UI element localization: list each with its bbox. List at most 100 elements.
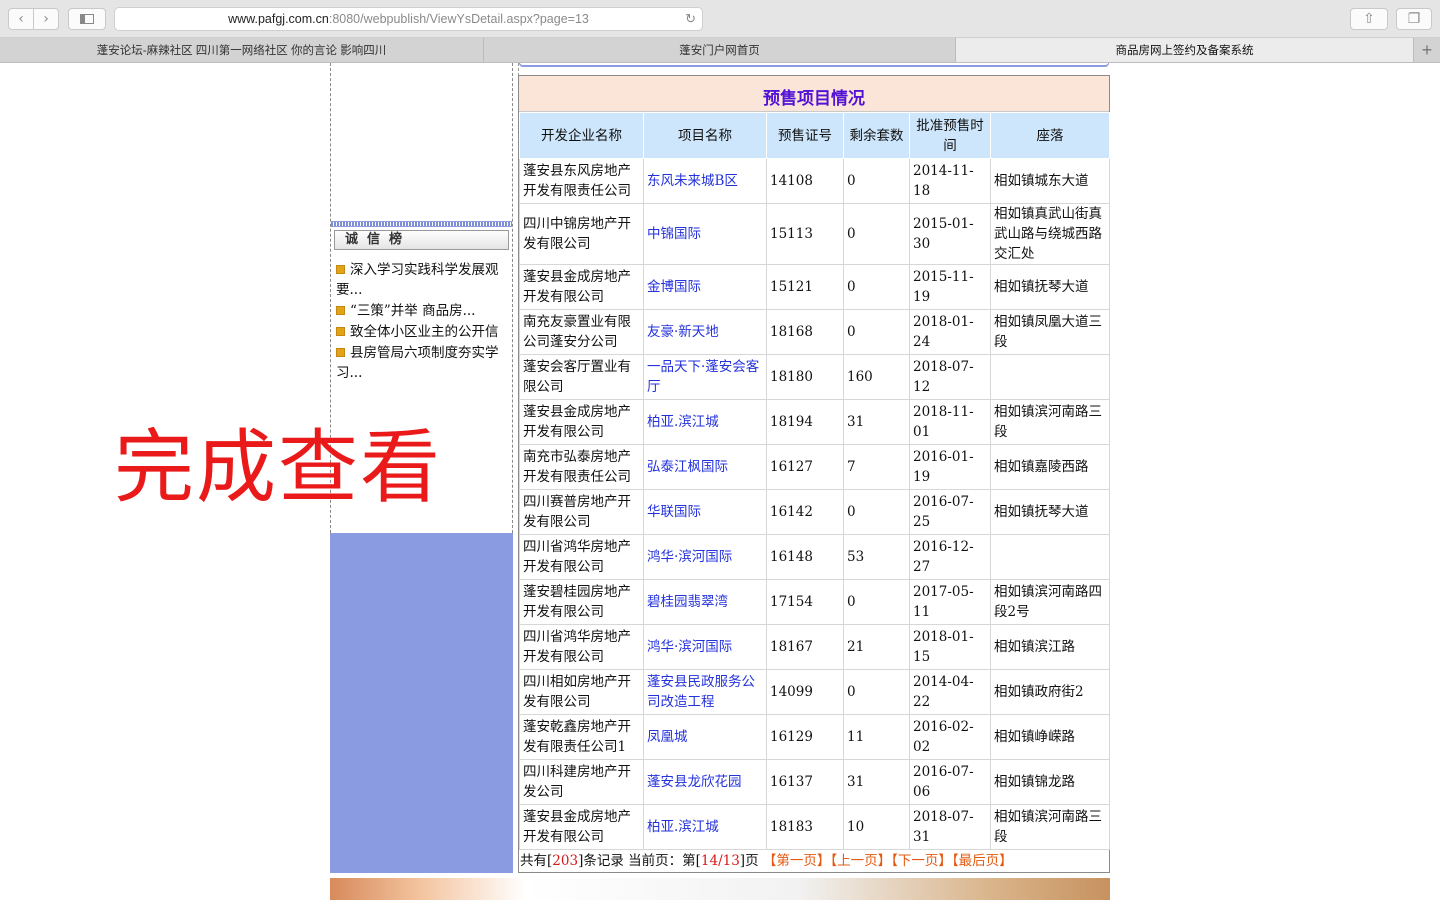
- location-cell: 相如镇滨河南路四段2号: [990, 579, 1110, 625]
- remaining-cell: 7: [843, 444, 910, 490]
- pager-text: ]条记录 当前页：第[: [578, 853, 701, 869]
- news-list: 深入学习实践科学发展观要... “三策”并举 商品房... 致全体小区业主的公开…: [336, 260, 510, 384]
- project-link[interactable]: 东风未来城B区: [643, 158, 767, 204]
- tab-contract-system[interactable]: 商品房网上签约及备案系统: [956, 38, 1414, 62]
- approval-date-cell: 2018-01-15: [909, 624, 991, 670]
- table-row: 蓬安会客厅置业有限公司 一品天下·蓬安会客厅 18180 160 2018-07-12: [519, 354, 1110, 400]
- table-row: 蓬安县金成房地产开发有限公司 柏亚.滨江城 18183 10 2018-07-31 相如镇…: [519, 804, 1110, 850]
- project-link[interactable]: 凤凰城: [643, 714, 767, 760]
- permit-cell: 15121: [766, 264, 844, 310]
- pagination: 共有[203]条记录 当前页：第[14/13]页 【第一页】【上一页】【下一页】…: [519, 850, 1109, 872]
- project-link[interactable]: 华联国际: [643, 489, 767, 535]
- remaining-cell: 0: [843, 309, 910, 355]
- tab-label: 蓬安门户网首页: [679, 45, 760, 57]
- table-row: 蓬安乾鑫房地产开发有限责任公司1 凤凰城 16129 11 2016-02-02 相如镇峥…: [519, 714, 1110, 760]
- approval-date-cell: 2014-11-18: [909, 158, 991, 204]
- list-item[interactable]: 致全体小区业主的公开信: [336, 322, 510, 342]
- forward-button[interactable]: ›: [33, 8, 59, 30]
- next-page-link[interactable]: 【下一页】: [891, 853, 952, 869]
- permit-cell: 15113: [766, 203, 844, 265]
- location-cell: 相如镇嘉陵西路: [990, 444, 1110, 490]
- reload-icon[interactable]: ↻: [685, 11, 696, 27]
- table-row: 四川相如房地产开发有限公司 蓬安县民政服务公司改造工程 14099 0 2014-04-…: [519, 669, 1110, 715]
- table-row: 四川赛普房地产开发有限公司 华联国际 16142 0 2016-07-25 相如镇抚琴大道: [519, 489, 1110, 535]
- approval-date-cell: 2016-07-06: [909, 759, 991, 805]
- remaining-cell: 0: [843, 489, 910, 535]
- first-page-link[interactable]: 【第一页】: [763, 853, 831, 869]
- pager-text: ]页: [739, 853, 759, 869]
- last-page-link[interactable]: 【最后页】: [952, 853, 1013, 869]
- permit-cell: 16137: [766, 759, 844, 805]
- developer-cell: 蓬安县金成房地产开发有限公司: [519, 264, 644, 310]
- remaining-cell: 31: [843, 399, 910, 445]
- news-link[interactable]: 致全体小区业主的公开信: [350, 324, 499, 340]
- project-link[interactable]: 柏亚.滨江城: [643, 399, 767, 445]
- table-header-row: 开发企业名称 项目名称 预售证号 剩余套数 批准预售时间 座落: [519, 112, 1110, 159]
- remaining-cell: 160: [843, 354, 910, 400]
- tab-forum[interactable]: 蓬安论坛-麻辣社区 四川第一网络社区 你的言论 影响四川: [0, 38, 484, 62]
- project-link[interactable]: 中锦国际: [643, 203, 767, 265]
- approval-date-cell: 2014-04-22: [909, 669, 991, 715]
- bullet-icon: [336, 265, 345, 274]
- project-link[interactable]: 碧桂园翡翠湾: [643, 579, 767, 625]
- remaining-cell: 0: [843, 669, 910, 715]
- prev-page-link[interactable]: 【上一页】: [830, 853, 891, 869]
- col-header-remaining: 剩余套数: [843, 112, 910, 159]
- project-link[interactable]: 蓬安县民政服务公司改造工程: [643, 669, 767, 715]
- developer-cell: 四川相如房地产开发有限公司: [519, 669, 644, 715]
- remaining-cell: 31: [843, 759, 910, 805]
- news-link[interactable]: 县房管局六项制度夯实学习...: [336, 345, 499, 381]
- permit-cell: 14108: [766, 158, 844, 204]
- project-link[interactable]: 金博国际: [643, 264, 767, 310]
- divider: [331, 221, 512, 227]
- developer-cell: 南充友豪置业有限公司蓬安分公司: [519, 309, 644, 355]
- permit-cell: 18168: [766, 309, 844, 355]
- location-cell: 相如镇抚琴大道: [990, 489, 1110, 535]
- list-item[interactable]: “三策”并举 商品房...: [336, 301, 510, 321]
- presale-panel: 预售项目情况 开发企业名称 项目名称 预售证号 剩余套数 批准预售时间 座落 蓬…: [518, 75, 1110, 873]
- tabs-overview-button[interactable]: ❐: [1396, 8, 1432, 30]
- developer-cell: 四川中锦房地产开发有限公司: [519, 203, 644, 265]
- approval-date-cell: 2018-07-31: [909, 804, 991, 850]
- developer-cell: 蓬安县金成房地产开发有限公司: [519, 804, 644, 850]
- col-header-location: 座落: [990, 112, 1110, 159]
- location-cell: 相如镇滨江路: [990, 624, 1110, 670]
- address-bar[interactable]: www.pafgj.com.cn:8080/webpublish/ViewYsD…: [114, 7, 703, 31]
- table-row: 南充市弘泰房地产开发有限责任公司 弘泰江枫国际 16127 7 2016-01-19 相如…: [519, 444, 1110, 490]
- table-row: 四川科建房地产开发公司 蓬安县龙欣花园 16137 31 2016-07-06 相如镇锦龙…: [519, 759, 1110, 805]
- share-button[interactable]: ⇧: [1350, 8, 1388, 30]
- project-link[interactable]: 柏亚.滨江城: [643, 804, 767, 850]
- news-link[interactable]: “三策”并举 商品房...: [350, 303, 475, 319]
- list-item[interactable]: 县房管局六项制度夯实学习...: [336, 343, 510, 383]
- developer-cell: 南充市弘泰房地产开发有限责任公司: [519, 444, 644, 490]
- developer-cell: 蓬安会客厅置业有限公司: [519, 354, 644, 400]
- news-link[interactable]: 深入学习实践科学发展观要...: [336, 262, 499, 298]
- table-row: 蓬安碧桂园房地产开发有限公司 碧桂园翡翠湾 17154 0 2017-05-11 相如镇滨…: [519, 579, 1110, 625]
- permit-cell: 17154: [766, 579, 844, 625]
- project-link[interactable]: 鸿华·滨河国际: [643, 534, 767, 580]
- project-link[interactable]: 鸿华·滨河国际: [643, 624, 767, 670]
- tab-portal[interactable]: 蓬安门户网首页: [484, 38, 956, 62]
- remaining-cell: 21: [843, 624, 910, 670]
- permit-cell: 18183: [766, 804, 844, 850]
- developer-cell: 蓬安碧桂园房地产开发有限公司: [519, 579, 644, 625]
- honor-list-title: 诚信榜: [334, 230, 509, 250]
- new-tab-icon[interactable]: +: [1414, 38, 1440, 62]
- pager-text: 共有[: [520, 853, 553, 869]
- tabs-icon: ❐: [1407, 11, 1421, 27]
- presale-table: 开发企业名称 项目名称 预售证号 剩余套数 批准预售时间 座落 蓬安县东风房地产…: [519, 112, 1110, 850]
- back-button[interactable]: ‹: [8, 8, 34, 30]
- approval-date-cell: 2018-07-12: [909, 354, 991, 400]
- col-header-approval-date: 批准预售时间: [909, 112, 991, 159]
- approval-date-cell: 2016-12-27: [909, 534, 991, 580]
- sidebar-icon: [80, 14, 94, 24]
- project-link[interactable]: 弘泰江枫国际: [643, 444, 767, 490]
- location-cell: 相如镇峥嵘路: [990, 714, 1110, 760]
- table-row: 南充友豪置业有限公司蓬安分公司 友豪·新天地 18168 0 2018-01-24 相如镇…: [519, 309, 1110, 355]
- sidebar-toggle-button[interactable]: [68, 8, 106, 30]
- permit-cell: 16129: [766, 714, 844, 760]
- list-item[interactable]: 深入学习实践科学发展观要...: [336, 260, 510, 300]
- project-link[interactable]: 友豪·新天地: [643, 309, 767, 355]
- project-link[interactable]: 蓬安县龙欣花园: [643, 759, 767, 805]
- project-link[interactable]: 一品天下·蓬安会客厅: [643, 354, 767, 400]
